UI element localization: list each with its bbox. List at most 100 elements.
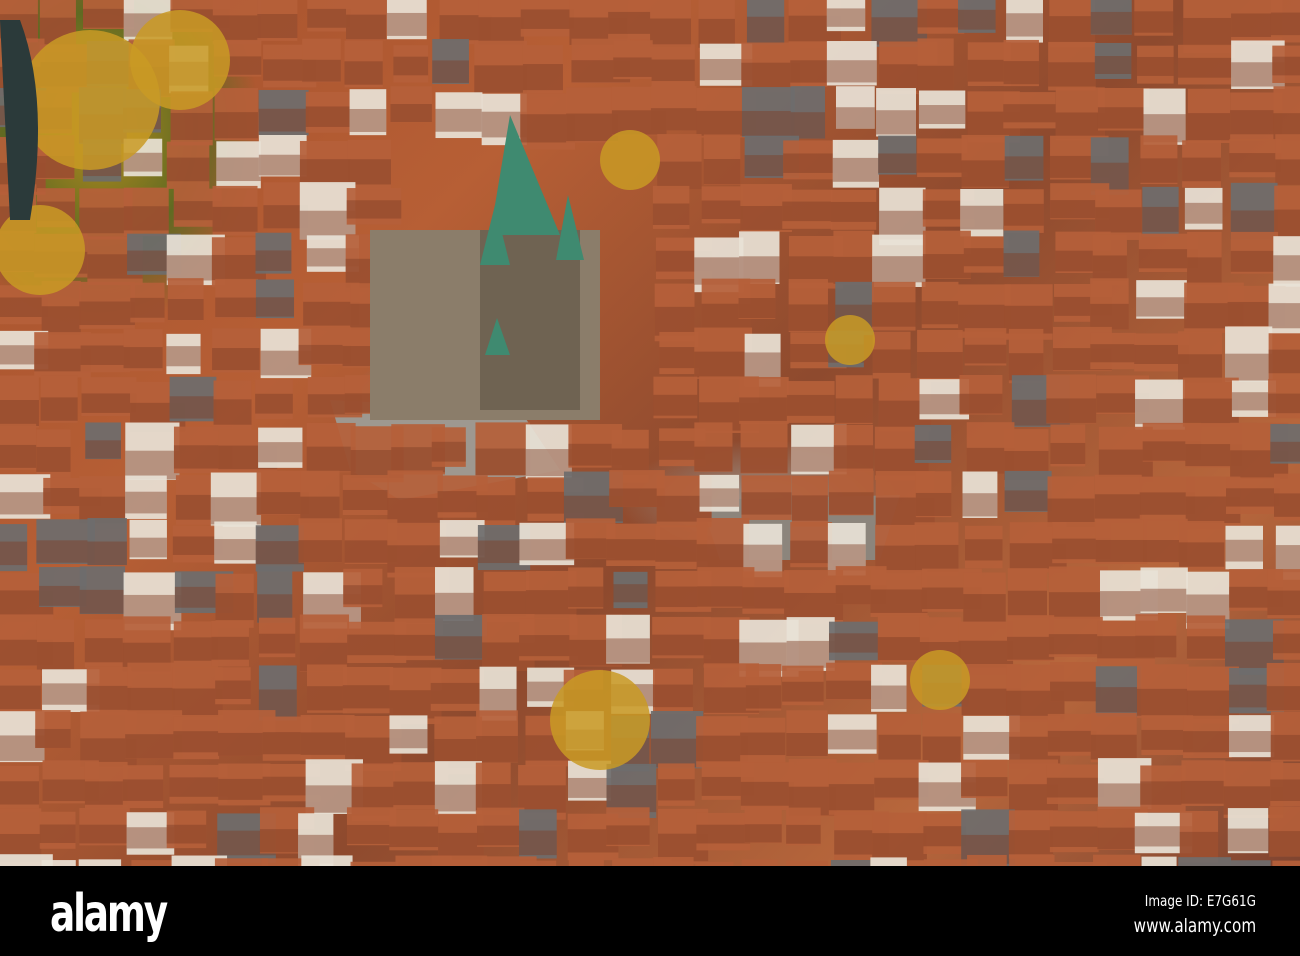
roof-shadow: [0, 541, 28, 566]
roof-shadow: [961, 777, 1008, 797]
roof: [967, 854, 1007, 866]
roof-shadow: [39, 824, 76, 844]
roof-shadow: [830, 201, 877, 222]
aerial-town-photo: [0, 0, 1300, 866]
roof-shadow: [1270, 12, 1300, 36]
roof-shadow: [1179, 831, 1219, 858]
roof-shadow: [1226, 488, 1280, 507]
roof-shadow: [346, 200, 402, 219]
roof-shadow: [80, 345, 131, 365]
roof-shadow: [1049, 826, 1099, 848]
roof-shadow: [1003, 203, 1044, 226]
roof-shadow: [1008, 830, 1054, 855]
roof-shadow: [963, 594, 1006, 623]
roof-shadow: [386, 12, 427, 36]
roof-shadow: [741, 492, 792, 515]
roof-shadow: [85, 440, 121, 459]
roof-shadow: [921, 301, 959, 325]
roof-shadow: [923, 826, 967, 847]
roof-shadow: [1182, 157, 1221, 182]
roof-shadow: [255, 297, 295, 317]
roof-shadow: [125, 491, 167, 514]
roof-shadow: [961, 160, 1009, 187]
roof-shadow: [566, 113, 619, 142]
roof-shadow: [959, 393, 1003, 414]
roof-shadow: [917, 153, 968, 173]
roof-shadow: [1181, 780, 1226, 804]
roof-shadow: [1140, 588, 1188, 612]
roof-shadow: [1047, 730, 1097, 752]
tree: [550, 670, 650, 770]
roof-shadow: [173, 731, 220, 753]
roof: [870, 857, 907, 866]
roof-shadow: [963, 248, 1009, 267]
roof-shadow: [915, 492, 952, 516]
roof: [78, 859, 122, 866]
roof-shadow: [1269, 831, 1300, 857]
site-url[interactable]: www.alamy.com: [1133, 915, 1256, 937]
roof-shadow: [1048, 634, 1103, 655]
roof-shadow: [0, 444, 37, 468]
roof-shadow: [1004, 490, 1052, 511]
roof-shadow: [258, 154, 307, 176]
roof-shadow: [1140, 781, 1186, 805]
roof-shadow: [518, 785, 566, 813]
roof-shadow: [122, 779, 164, 801]
roof-shadow: [568, 586, 604, 608]
roof-shadow: [958, 9, 996, 30]
roof-shadow: [872, 256, 926, 283]
roof: [431, 855, 488, 866]
roof-shadow: [1006, 13, 1043, 37]
roof-shadow: [123, 206, 169, 231]
roof-shadow: [212, 348, 260, 371]
roof-shadow: [1136, 688, 1189, 716]
roof-shadow: [0, 492, 51, 515]
roof-shadow: [828, 633, 879, 653]
roof-shadow: [613, 584, 648, 603]
roof-shadow: [255, 541, 304, 565]
roof-shadow: [1275, 159, 1300, 185]
roof-shadow: [343, 585, 383, 605]
roof-shadow: [1090, 734, 1137, 760]
roof-shadow: [917, 352, 963, 379]
roof-shadow: [1095, 539, 1148, 562]
roof-shadow: [435, 108, 483, 132]
roof-shadow: [745, 685, 782, 709]
roof-shadow: [214, 112, 258, 139]
roof-shadow: [833, 256, 875, 284]
roof-shadow: [1270, 734, 1300, 760]
roof-shadow: [346, 14, 387, 40]
roof-shadow: [255, 250, 292, 271]
roof-shadow: [922, 254, 971, 279]
roof-shadow: [166, 346, 201, 367]
roof-shadow: [166, 157, 210, 182]
roof-shadow: [87, 541, 127, 566]
roof-shadow: [39, 585, 87, 606]
roof-shadow: [1178, 542, 1225, 567]
roof-shadow: [167, 298, 204, 320]
roof-shadow: [123, 347, 163, 369]
roof-shadow: [476, 495, 516, 521]
roof-shadow: [1007, 636, 1055, 660]
roof-shadow: [299, 159, 351, 185]
roof-shadow: [79, 301, 135, 326]
roof-shadow: [1225, 539, 1263, 562]
roof-shadow: [872, 833, 927, 861]
roof-shadow: [81, 393, 137, 413]
roof-shadow: [36, 540, 95, 563]
roof-shadow: [740, 732, 786, 756]
roof-shadow: [478, 17, 524, 45]
roof-shadow: [1267, 590, 1300, 616]
roof-shadow: [307, 8, 351, 28]
roof-shadow: [786, 824, 821, 844]
roof-shadow: [1097, 107, 1150, 129]
roof-shadow: [783, 153, 838, 173]
roof-shadow: [173, 637, 219, 661]
roof-shadow: [742, 587, 790, 609]
roof-shadow: [741, 110, 795, 136]
image-id: Image ID: E7G61G: [1144, 892, 1256, 910]
roof-shadow: [1270, 779, 1300, 801]
roof-shadow: [871, 302, 916, 327]
roof-shadow: [835, 107, 875, 129]
roof-shadow: [606, 539, 660, 561]
